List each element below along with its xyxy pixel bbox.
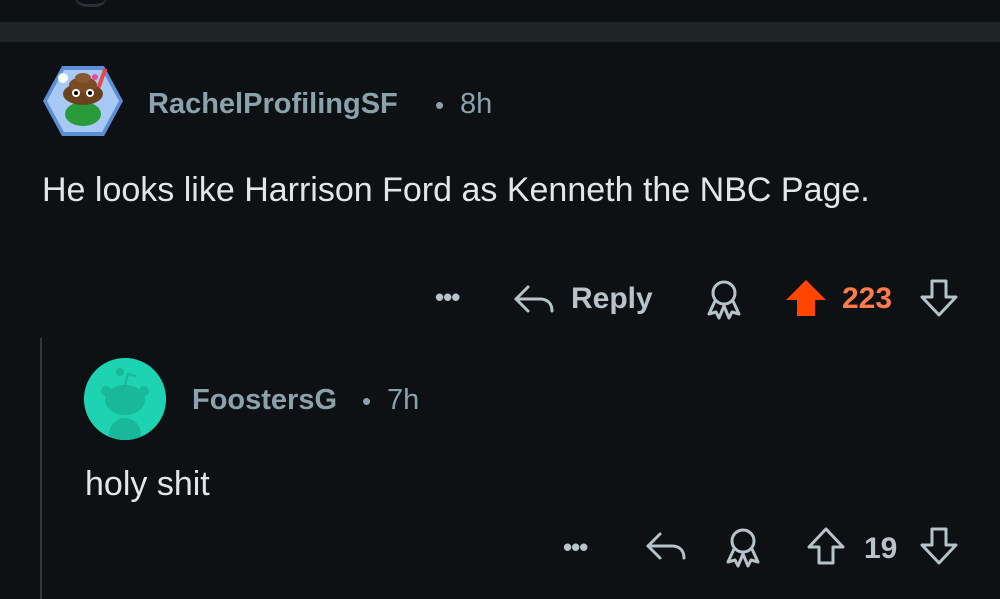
vote-score: 19	[864, 532, 898, 565]
downvote-icon	[920, 527, 958, 565]
thread-line[interactable]	[40, 338, 42, 599]
meta-separator: •	[435, 90, 445, 120]
reply-button[interactable]	[512, 280, 556, 318]
downvote-icon	[920, 279, 958, 317]
award-icon	[707, 280, 741, 320]
downvote-button[interactable]	[918, 526, 960, 566]
upvote-button[interactable]	[805, 526, 847, 566]
award-button[interactable]	[704, 278, 744, 320]
reply-arrow-icon	[646, 532, 686, 560]
award-button[interactable]	[723, 526, 763, 568]
reply-label[interactable]: Reply	[571, 282, 653, 316]
comment: RachelProfilingSF • 8h He looks like Har…	[0, 0, 1000, 340]
more-options-button[interactable]: •••	[435, 282, 460, 313]
comment-age: 7h	[387, 384, 420, 416]
meta-separator: •	[362, 386, 372, 416]
comment-age: 8h	[460, 88, 493, 120]
comment-body: holy shit	[85, 465, 210, 503]
upvote-icon	[807, 527, 845, 565]
downvote-button[interactable]	[918, 278, 960, 318]
user-avatar[interactable]	[84, 358, 166, 440]
award-icon	[726, 528, 760, 568]
vote-score: 223	[842, 282, 893, 315]
reply-button[interactable]	[644, 528, 688, 564]
comment-author[interactable]: FoostersG	[192, 384, 337, 417]
poop-avatar-icon	[43, 66, 123, 136]
upvote-filled-icon	[786, 280, 826, 316]
upvote-button[interactable]	[784, 278, 828, 318]
snoo-avatar-icon	[84, 358, 166, 440]
more-options-button[interactable]: •••	[563, 532, 588, 563]
comment-body: He looks like Harrison Ford as Kenneth t…	[42, 171, 870, 209]
comment-author[interactable]: RachelProfilingSF	[148, 88, 398, 121]
reply-arrow-icon	[514, 285, 554, 313]
user-avatar[interactable]	[42, 64, 124, 138]
